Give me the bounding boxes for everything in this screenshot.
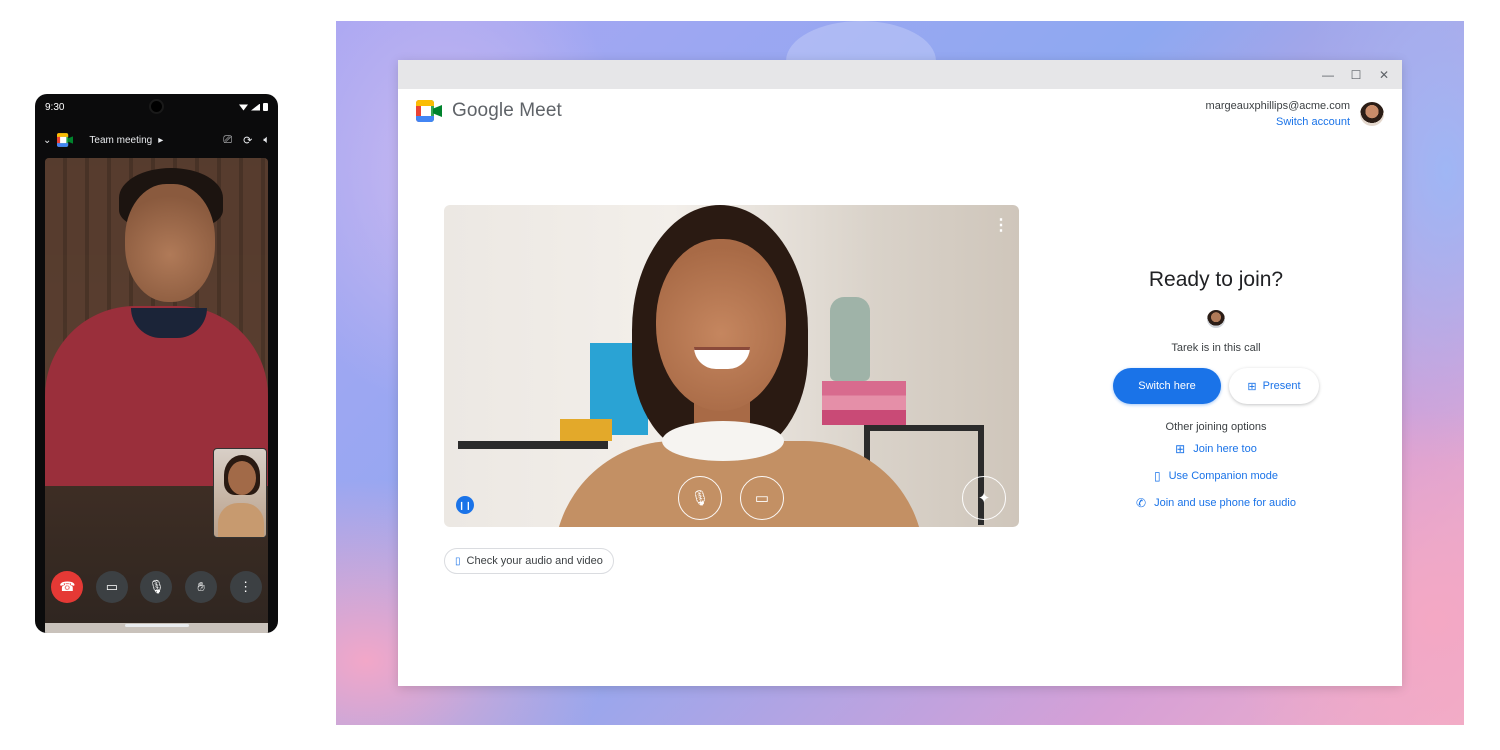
phone-audio-option[interactable]: ✆ Join and use phone for audio: [1098, 496, 1334, 510]
minimize-icon[interactable]: —: [1322, 68, 1334, 82]
switch-here-label: Switch here: [1138, 380, 1196, 392]
phone-bar-actions: ⎚ ⟳ 🔈︎: [223, 134, 270, 147]
more-vert-icon: ⋮: [239, 579, 253, 594]
stage: 9:30 ⌄ Team meeting ▸ ⎚ ⟳ 🔈︎ ☎ ▭ 🎙︎ ✋︎ ⋮…: [0, 0, 1500, 750]
phone-clock: 9:30: [45, 101, 65, 113]
other-options-heading: Other joining options: [1165, 421, 1267, 433]
visual-effects-button[interactable]: ✦: [962, 476, 1006, 520]
window-titlebar: — ☐ ✕: [398, 60, 1402, 89]
audio-level-icon: ❙❙: [456, 496, 474, 514]
switch-here-button[interactable]: Switch here: [1113, 368, 1221, 404]
hand-icon: ✋︎: [197, 579, 205, 594]
switch-camera-icon[interactable]: ⟳: [243, 134, 252, 147]
join-button-row: Switch here ⊞ Present: [1098, 368, 1334, 404]
phone-status-icons: [239, 103, 268, 111]
signal-icon: [251, 103, 260, 111]
desktop-wallpaper: — ☐ ✕ Google Meet margeauxphillips@acme.…: [336, 21, 1464, 725]
camera-toggle-button[interactable]: ▭: [740, 476, 784, 520]
companion-mode-label: Use Companion mode: [1168, 470, 1279, 482]
join-here-too-label: Join here too: [1193, 443, 1257, 455]
check-audio-video-button[interactable]: ▯ Check your audio and video: [444, 548, 614, 574]
phone-self-view[interactable]: [213, 448, 267, 538]
sparkle-icon: ✦: [977, 490, 991, 507]
phone-camera-cutout: [151, 101, 162, 112]
present-label: Present: [1262, 380, 1301, 392]
present-button[interactable]: ⊞ Present: [1229, 368, 1319, 404]
phone-remote-video: [45, 158, 268, 633]
raise-hand-button[interactable]: ✋︎: [185, 571, 218, 603]
check-audio-video-label: Check your audio and video: [466, 555, 603, 567]
present-icon: ⊞: [1247, 380, 1257, 393]
microphone-icon: 🎙︎: [690, 490, 710, 507]
avatar[interactable]: [1360, 102, 1384, 126]
wifi-icon: [239, 104, 248, 111]
account-info: margeauxphillips@acme.com Switch account: [1206, 98, 1384, 130]
self-video-preview: ⋮ ❙❙ 🎙︎ ▭ ✦: [444, 205, 1019, 527]
phone-audio-label: Join and use phone for audio: [1154, 497, 1296, 509]
battery-icon: [263, 103, 268, 111]
browser-window: — ☐ ✕ Google Meet margeauxphillips@acme.…: [398, 60, 1402, 686]
add-screen-icon: ⊞: [1175, 442, 1186, 456]
join-panel: Ready to join? Tarek is in this call Swi…: [1098, 268, 1334, 510]
meeting-title[interactable]: Team meeting: [89, 135, 152, 146]
video-camera-icon: ▭: [105, 579, 119, 594]
participant-avatar: [1207, 310, 1225, 328]
account-email: margeauxphillips@acme.com: [1205, 100, 1350, 112]
video-camera-icon: ▭: [754, 490, 770, 507]
more-options-button[interactable]: ⋮: [229, 571, 262, 603]
camera-toggle-button[interactable]: ▭: [95, 571, 128, 603]
devices-icon: ▯: [1153, 469, 1161, 483]
phone-status-bar: 9:30: [35, 94, 278, 120]
phone-call-controls: ☎ ▭ 🎙︎ ✋︎ ⋮: [35, 571, 278, 603]
companion-mode-option[interactable]: ▯ Use Companion mode: [1098, 469, 1334, 483]
phone-meeting-bar: ⌄ Team meeting ▸ ⎚ ⟳ 🔈︎: [35, 126, 278, 154]
close-icon[interactable]: ✕: [1378, 68, 1390, 82]
chevron-down-icon[interactable]: ⌄: [43, 135, 51, 146]
app-title: Google Meet: [452, 100, 562, 121]
add-call-icon: ✆: [1136, 496, 1147, 510]
phone-hangup-icon: ☎: [59, 579, 76, 594]
caret-right-icon[interactable]: ▸: [158, 135, 163, 146]
meet-logo-icon: [416, 100, 442, 122]
phone-device: 9:30 ⌄ Team meeting ▸ ⎚ ⟳ 🔈︎ ☎ ▭ 🎙︎ ✋︎ ⋮: [35, 94, 278, 633]
maximize-icon[interactable]: ☐: [1350, 68, 1362, 82]
meet-logo-icon: [57, 133, 74, 147]
cast-icon[interactable]: ⎚: [223, 134, 232, 147]
meet-header: Google Meet: [416, 100, 562, 122]
switch-account-link[interactable]: Switch account: [1206, 114, 1350, 130]
join-here-too-option[interactable]: ⊞ Join here too: [1098, 442, 1334, 456]
mic-toggle-button[interactable]: 🎙︎: [140, 571, 173, 603]
in-call-text: Tarek is in this call: [1171, 342, 1261, 354]
mic-toggle-button[interactable]: 🎙︎: [678, 476, 722, 520]
device-check-icon: ▯: [455, 555, 461, 567]
microphone-icon: 🎙︎: [148, 579, 165, 594]
speaker-icon[interactable]: 🔈︎: [263, 134, 270, 147]
end-call-button[interactable]: ☎: [51, 571, 84, 603]
more-vert-icon[interactable]: ⋮: [993, 215, 1009, 235]
ready-heading: Ready to join?: [1148, 268, 1284, 291]
home-indicator[interactable]: [125, 624, 189, 627]
